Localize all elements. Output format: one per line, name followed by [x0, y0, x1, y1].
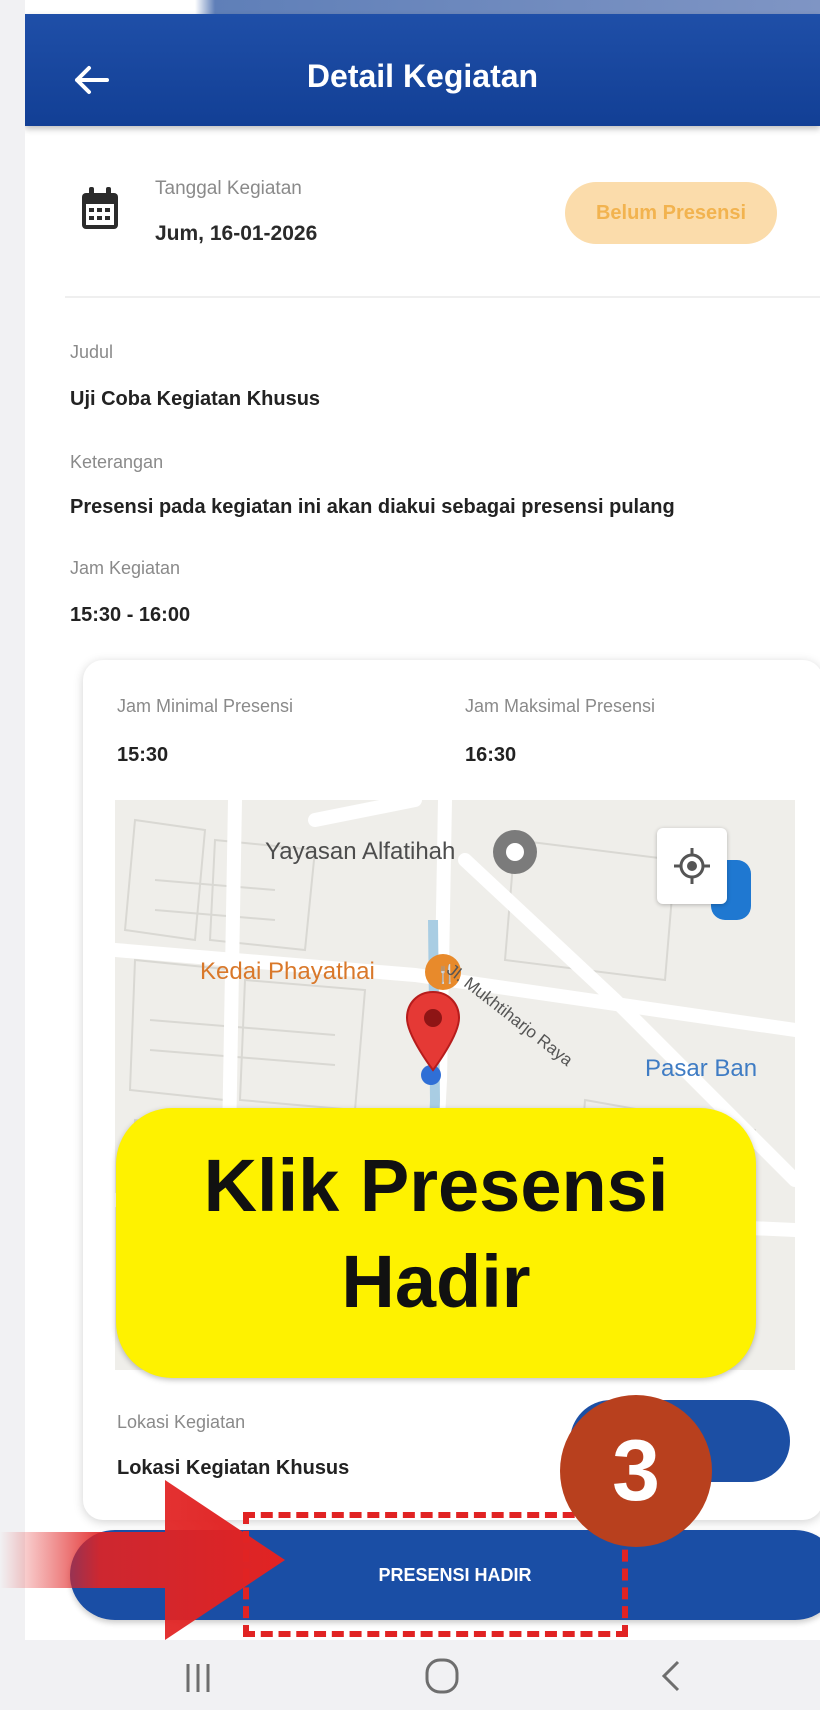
system-nav-bar: [0, 1640, 820, 1710]
keterangan-label: Keterangan: [70, 452, 164, 472]
map-label-kedai: Kedai Phayathai: [200, 958, 375, 985]
lokasi-kegiatan-value: Lokasi Kegiatan Khusus: [117, 1457, 350, 1479]
lokasi-kegiatan-label: Lokasi Kegiatan: [117, 1412, 246, 1432]
date-row: Tanggal Kegiatan Jum, 16-01-2026 Belum P…: [25, 160, 820, 270]
judul-value: Uji Coba Kegiatan Khusus: [70, 388, 321, 410]
date-value: Jum, 16-01-2026: [155, 222, 318, 245]
date-label: Tanggal Kegiatan: [155, 178, 302, 199]
map-pin-icon: [405, 990, 461, 1072]
jam-maksimal-value: 16:30: [465, 744, 517, 766]
my-location-button[interactable]: [657, 828, 727, 904]
callout-line-2: Hadir: [341, 1240, 531, 1323]
home-icon[interactable]: [412, 1652, 472, 1700]
calendar-icon: [82, 187, 118, 229]
status-badge: Belum Presensi: [565, 182, 777, 244]
page-title: Detail Kegiatan: [306, 58, 539, 94]
jam-maksimal-label: Jam Maksimal Presensi: [465, 696, 656, 716]
step-number-badge: 3: [560, 1395, 712, 1547]
nav-back-icon[interactable]: [640, 1652, 700, 1700]
map-label-pasar: Pasar Ban: [645, 1055, 758, 1082]
jam-minimal-label: Jam Minimal Presensi: [117, 696, 294, 716]
pointer-arrow-icon: [0, 1480, 285, 1640]
jam-minimal-value: 15:30: [117, 744, 169, 766]
jam-kegiatan-label: Jam Kegiatan: [70, 558, 181, 578]
highlight-dashed-box: [243, 1512, 628, 1637]
callout-line-1: Klik Presensi: [203, 1144, 669, 1227]
my-location-icon: [674, 848, 710, 884]
jam-kegiatan-value: 15:30 - 16:00: [70, 604, 191, 626]
judul-label: Judul: [70, 342, 114, 362]
keterangan-value: Presensi pada kegiatan ini akan diakui s…: [70, 496, 675, 518]
instruction-callout: Klik Presensi Hadir: [116, 1108, 756, 1378]
divider: [65, 296, 820, 298]
recent-apps-icon[interactable]: [168, 1652, 228, 1700]
app-bar: Detail Kegiatan: [25, 14, 820, 126]
map-label-yayasan: Yayasan Alfatihah: [265, 838, 456, 865]
